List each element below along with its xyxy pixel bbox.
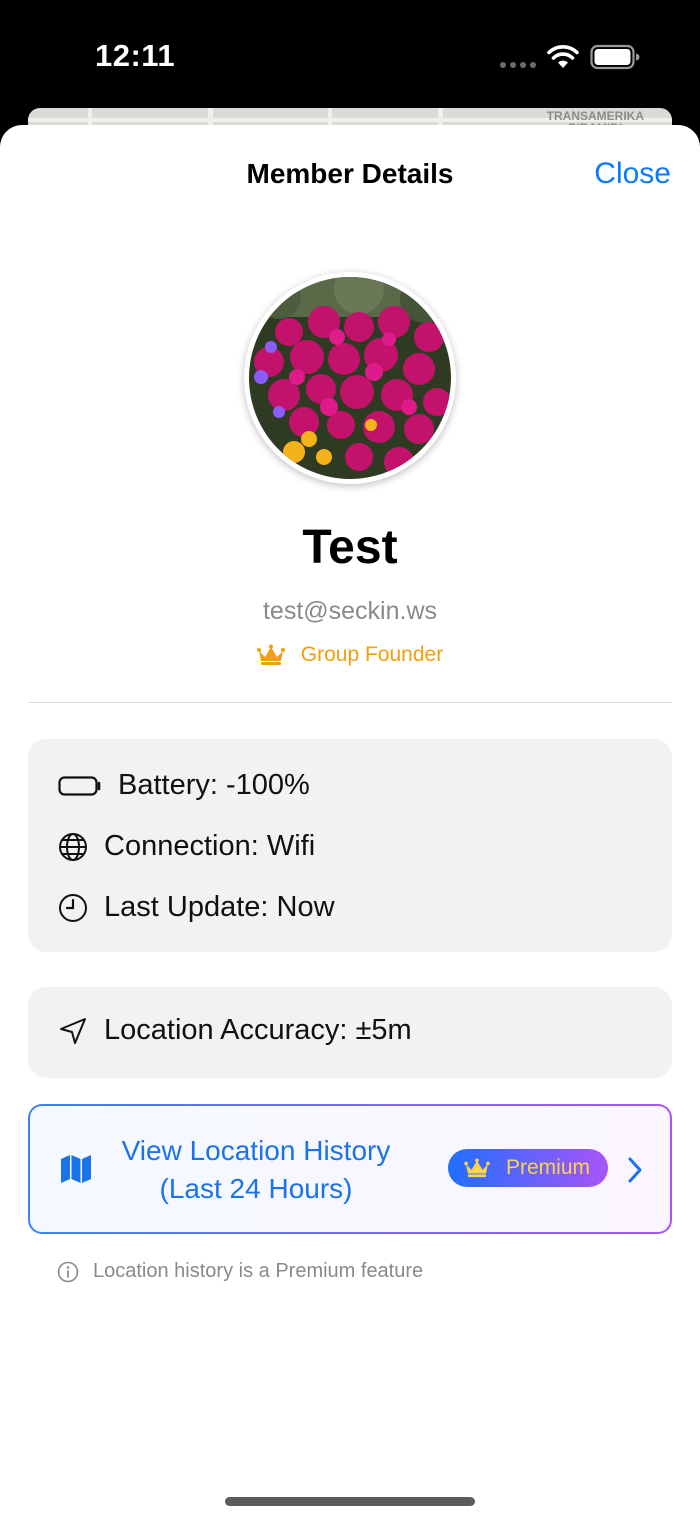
globe-icon bbox=[59, 832, 87, 861]
battery-status-icon bbox=[590, 44, 640, 70]
status-bar: 12:11 bbox=[0, 0, 700, 110]
crown-icon bbox=[256, 644, 285, 665]
avatar bbox=[244, 272, 456, 484]
location-arrow-icon bbox=[60, 1017, 86, 1044]
member-name: Test bbox=[302, 521, 398, 574]
divider bbox=[28, 702, 672, 703]
connection-label: Connection: Wifi bbox=[104, 830, 316, 862]
view-location-history-button[interactable]: View Location History (Last 24 Hours) Pr… bbox=[28, 1104, 672, 1234]
map-icon bbox=[61, 1155, 91, 1183]
crown-icon bbox=[464, 1158, 490, 1178]
chevron-right-icon bbox=[628, 1157, 642, 1183]
role-badge: Group Founder bbox=[0, 643, 700, 667]
accuracy-card: Location Accuracy: ±5m bbox=[28, 987, 672, 1078]
battery-row: Battery: -100% bbox=[58, 769, 310, 802]
avatar-photo bbox=[249, 277, 451, 479]
accuracy-label: Location Accuracy: ±5m bbox=[104, 1014, 412, 1046]
history-label: View Location History (Last 24 Hours) bbox=[121, 1135, 391, 1204]
home-indicator[interactable] bbox=[225, 1497, 475, 1506]
wifi-icon bbox=[547, 45, 579, 68]
member-details-sheet: Member Details Close Test test@seckin.ws… bbox=[0, 125, 700, 1521]
accuracy-row: Location Accuracy: ±5m bbox=[58, 1014, 412, 1047]
premium-note-label: Location history is a Premium feature bbox=[93, 1260, 424, 1282]
cellular-signal-icon bbox=[500, 62, 536, 68]
battery-icon bbox=[58, 775, 101, 796]
last-update-label: Last Update: Now bbox=[104, 891, 335, 923]
last-update-row: Last Update: Now bbox=[58, 891, 335, 924]
status-time: 12:11 bbox=[95, 38, 176, 73]
member-email: test@seckin.ws bbox=[262, 597, 438, 625]
info-icon bbox=[57, 1261, 79, 1282]
close-button[interactable]: Close bbox=[594, 157, 671, 191]
connection-row: Connection: Wifi bbox=[58, 830, 315, 863]
role-label: Group Founder bbox=[300, 643, 444, 666]
premium-note: Location history is a Premium feature bbox=[57, 1260, 423, 1283]
battery-label: Battery: -100% bbox=[118, 769, 310, 801]
status-card: Battery: -100% Connection: Wifi Last Upd… bbox=[28, 739, 672, 952]
clock-icon bbox=[59, 893, 87, 922]
premium-label: Premium bbox=[506, 1156, 591, 1179]
premium-badge: Premium bbox=[448, 1149, 608, 1187]
